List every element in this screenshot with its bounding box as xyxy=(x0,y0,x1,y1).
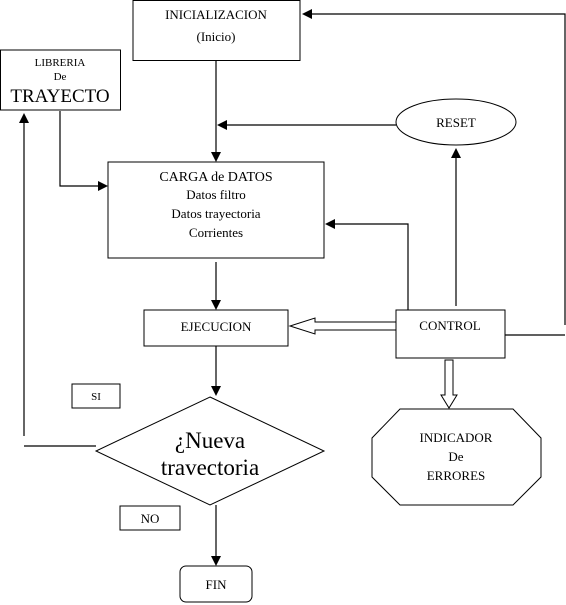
control-label: CONTROL xyxy=(419,318,480,333)
node-ejecucion: EJECUCION xyxy=(143,309,289,347)
arrowhead-right-carga xyxy=(98,181,108,191)
arrowhead-down-carga xyxy=(211,152,221,162)
arrowhead-down-fin xyxy=(211,556,221,566)
reset-label: RESET xyxy=(436,115,476,130)
ejecucion-label: EJECUCION xyxy=(181,319,252,334)
arrowhead-left-inicializacion xyxy=(302,9,312,19)
block-arrow-control-ejecucion xyxy=(288,317,397,335)
block-arrow-control-indicador xyxy=(440,359,458,409)
arrowhead-down-decision xyxy=(211,386,221,396)
indicador-line-3: ERRORES xyxy=(427,468,486,483)
node-libreria: LIBRERIA De TRAYECTO xyxy=(0,49,121,111)
arrowhead-down-ejecucion xyxy=(211,300,221,310)
decision-line-2: travectoria xyxy=(161,455,259,480)
no-text: NO xyxy=(141,511,160,526)
node-carga-datos: CARGA de DATOS Datos filtro Datos trayec… xyxy=(107,161,325,259)
edge-libreria-carga xyxy=(59,111,99,187)
arrowhead-left-reset xyxy=(217,120,227,130)
node-inicializacion: INICIALIZACION (Inicio) xyxy=(132,0,301,61)
arrowhead-up-reset xyxy=(451,148,461,158)
libreria-line-3: TRAYECTO xyxy=(10,86,109,107)
inicializacion-title: INICIALIZACION xyxy=(165,7,267,22)
branch-label-si: SI xyxy=(71,383,121,409)
libreria-line-2: De xyxy=(54,71,67,83)
indicador-line-1: INDICADOR xyxy=(420,430,493,445)
branch-label-no: NO xyxy=(119,505,181,531)
carga-item-trayectoria: Datos trayectoria xyxy=(171,206,260,221)
node-indicador-errores: INDICADOR De ERRORES xyxy=(371,408,542,506)
edge-loop-inicializacion xyxy=(311,13,566,325)
node-control: CONTROL xyxy=(395,309,506,359)
carga-title: CARGA de DATOS xyxy=(159,170,272,185)
edge-control-carga xyxy=(334,223,409,310)
decision-line-1: ¿Nueva xyxy=(175,428,245,453)
inicializacion-subtitle: (Inicio) xyxy=(197,29,236,44)
flowchart: INICIALIZACION (Inicio) LIBRERIA De TRAY… xyxy=(0,0,566,603)
node-fin: FIN xyxy=(179,565,253,603)
fin-label: FIN xyxy=(206,577,228,592)
libreria-line-1: LIBRERIA xyxy=(35,57,86,69)
arrowhead-left-carga xyxy=(325,219,335,229)
node-reset: RESET xyxy=(395,98,517,146)
si-text: SI xyxy=(91,391,101,403)
node-decision: ¿Nueva travectoria xyxy=(94,396,326,506)
arrowhead-up-libreria xyxy=(19,113,29,123)
carga-item-filtro: Datos filtro xyxy=(186,187,246,202)
indicador-line-2: De xyxy=(448,449,463,464)
carga-item-corrientes: Corrientes xyxy=(189,225,243,240)
